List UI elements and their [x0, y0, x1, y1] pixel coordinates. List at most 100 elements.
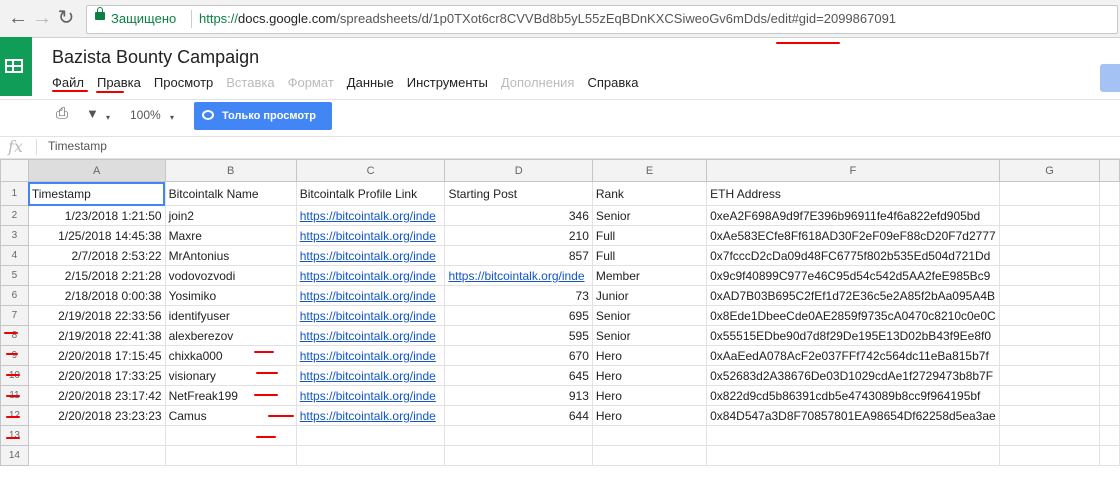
starting-post-cell[interactable]: https://bitcointalk.org/inde [444, 265, 593, 286]
reload-icon[interactable]: ↻ [54, 6, 78, 30]
grid-cell[interactable] [998, 305, 1101, 326]
eth-address-cell[interactable]: 0x8Ede1DbeeCde0AE2859f9735cA0470c8210c0e… [706, 305, 1000, 326]
column-header-d[interactable]: D [444, 159, 593, 182]
grid-cell[interactable] [1099, 445, 1120, 466]
starting-post-cell[interactable]: 913 [444, 385, 593, 406]
grid-cell[interactable] [998, 345, 1101, 366]
menu-edit[interactable]: Правка [97, 75, 141, 90]
grid-cell[interactable] [998, 425, 1101, 446]
grid-cell[interactable] [295, 425, 446, 446]
profile-link-cell[interactable]: https://bitcointalk.org/inde [295, 405, 446, 426]
document-title[interactable]: Bazista Bounty Campaign [52, 47, 259, 68]
chevron-down-icon[interactable]: ▾ [170, 113, 174, 122]
name-cell[interactable]: join2 [164, 205, 297, 226]
eth-address-cell[interactable]: 0x7fcccD2cDa09d48FC6775f802b535Ed504d721… [706, 245, 1000, 266]
timestamp-cell[interactable]: 1/25/2018 14:45:38 [27, 225, 166, 246]
rank-cell[interactable]: Hero [591, 405, 708, 426]
grid-cell[interactable] [1099, 205, 1120, 226]
arrow-left-icon[interactable]: ← [6, 6, 30, 30]
header-cell[interactable]: ETH Address [706, 181, 1000, 206]
grid-cell[interactable] [998, 285, 1101, 306]
grid-cell[interactable] [998, 325, 1101, 346]
row-number[interactable]: 4 [0, 245, 29, 266]
column-header-a[interactable]: A [27, 159, 166, 182]
grid-cell[interactable] [1099, 345, 1120, 366]
grid-cell[interactable] [295, 445, 446, 466]
row-number[interactable]: 9 [0, 345, 29, 366]
grid-cell[interactable] [1099, 245, 1120, 266]
eth-address-cell[interactable]: 0xeA2F698A9d9f7E396b96911fe4f6a822efd905… [706, 205, 1000, 226]
name-cell[interactable]: Yosimiko [164, 285, 297, 306]
grid-cell[interactable] [998, 445, 1101, 466]
starting-post-cell[interactable]: 595 [444, 325, 593, 346]
name-cell[interactable]: chixka000 [164, 345, 297, 366]
view-only-button[interactable]: Только просмотр [194, 102, 332, 130]
grid-cell[interactable] [998, 405, 1101, 426]
timestamp-cell[interactable]: 2/20/2018 17:33:25 [27, 365, 166, 386]
filter-icon[interactable]: ▼ [86, 106, 99, 121]
menu-view[interactable]: Просмотр [154, 75, 213, 90]
menu-addons[interactable]: Дополнения [501, 75, 575, 90]
starting-post-cell[interactable]: 73 [444, 285, 593, 306]
rank-cell[interactable]: Hero [591, 365, 708, 386]
grid-cell[interactable] [1099, 265, 1120, 286]
grid-cell[interactable] [591, 425, 708, 446]
column-header-e[interactable]: E [591, 159, 708, 182]
profile-link-cell[interactable]: https://bitcointalk.org/inde [295, 205, 446, 226]
eth-address-cell[interactable]: 0x52683d2A38676De03D1029cdAe1f2729473b8b… [706, 365, 1000, 386]
grid-cell[interactable] [706, 425, 1000, 446]
starting-post-cell[interactable]: 210 [444, 225, 593, 246]
grid-cell[interactable] [998, 365, 1101, 386]
timestamp-cell[interactable]: 2/19/2018 22:33:56 [27, 305, 166, 326]
grid-cell[interactable] [998, 245, 1101, 266]
row-number[interactable]: 2 [0, 205, 29, 226]
menu-format[interactable]: Формат [288, 75, 334, 90]
menu-tools[interactable]: Инструменты [407, 75, 488, 90]
eth-address-cell[interactable]: 0xAD7B03B695C2fEf1d72E36c5e2A85f2bAa095A… [706, 285, 1000, 306]
rank-cell[interactable]: Senior [591, 305, 708, 326]
profile-link-cell[interactable]: https://bitcointalk.org/inde [295, 285, 446, 306]
menu-insert[interactable]: Вставка [226, 75, 274, 90]
grid-cell[interactable] [1099, 405, 1120, 426]
starting-post-cell[interactable]: 645 [444, 365, 593, 386]
timestamp-cell[interactable]: 2/7/2018 2:53:22 [27, 245, 166, 266]
profile-link-cell[interactable]: https://bitcointalk.org/inde [295, 345, 446, 366]
grid-cell[interactable] [1099, 181, 1120, 206]
grid-cell[interactable] [998, 225, 1101, 246]
grid-cell[interactable] [27, 445, 166, 466]
eth-address-cell[interactable]: 0xAe583ECfe8Ff618AD30F2eF09eF88cD20F7d27… [706, 225, 1000, 246]
header-cell[interactable]: Starting Post [444, 181, 593, 206]
profile-link-cell[interactable]: https://bitcointalk.org/inde [295, 365, 446, 386]
grid-cell[interactable] [706, 445, 1000, 466]
profile-link-cell[interactable]: https://bitcointalk.org/inde [295, 385, 446, 406]
name-cell[interactable]: MrAntonius [164, 245, 297, 266]
menu-data[interactable]: Данные [347, 75, 394, 90]
header-cell[interactable]: Timestamp [27, 181, 166, 206]
address-bar[interactable]: Защищено https://docs.google.com/spreads… [86, 5, 1118, 34]
rank-cell[interactable]: Full [591, 225, 708, 246]
header-cell[interactable]: Rank [591, 181, 708, 206]
eth-address-cell[interactable]: 0x55515EDbe90d7d8f29De195E13D02bB43f9Ee8… [706, 325, 1000, 346]
menu-help[interactable]: Справка [587, 75, 638, 90]
eth-address-cell[interactable]: 0xAaEedA078AcF2e037FFf742c564dc11eBa815b… [706, 345, 1000, 366]
grid-cell[interactable] [164, 445, 297, 466]
rank-cell[interactable]: Senior [591, 325, 708, 346]
select-all-corner[interactable] [0, 159, 29, 182]
timestamp-cell[interactable]: 1/23/2018 1:21:50 [27, 205, 166, 226]
grid-cell[interactable] [1099, 385, 1120, 406]
eth-address-cell[interactable]: 0x9c9f40899C977e46C95d54c542d5AA2feE985B… [706, 265, 1000, 286]
name-cell[interactable]: visionary [164, 365, 297, 386]
column-header-b[interactable]: B [164, 159, 297, 182]
grid-cell[interactable] [998, 385, 1101, 406]
profile-link-cell[interactable]: https://bitcointalk.org/inde [295, 225, 446, 246]
starting-post-cell[interactable]: 644 [444, 405, 593, 426]
row-number[interactable]: 5 [0, 265, 29, 286]
print-icon[interactable]: ⎙ [56, 105, 68, 122]
rank-cell[interactable]: Junior [591, 285, 708, 306]
row-number[interactable]: 7 [0, 305, 29, 326]
name-cell[interactable]: vodovozvodi [164, 265, 297, 286]
rank-cell[interactable]: Hero [591, 385, 708, 406]
grid-cell[interactable] [1099, 225, 1120, 246]
grid-cell[interactable] [1099, 325, 1120, 346]
profile-link-cell[interactable]: https://bitcointalk.org/inde [295, 265, 446, 286]
